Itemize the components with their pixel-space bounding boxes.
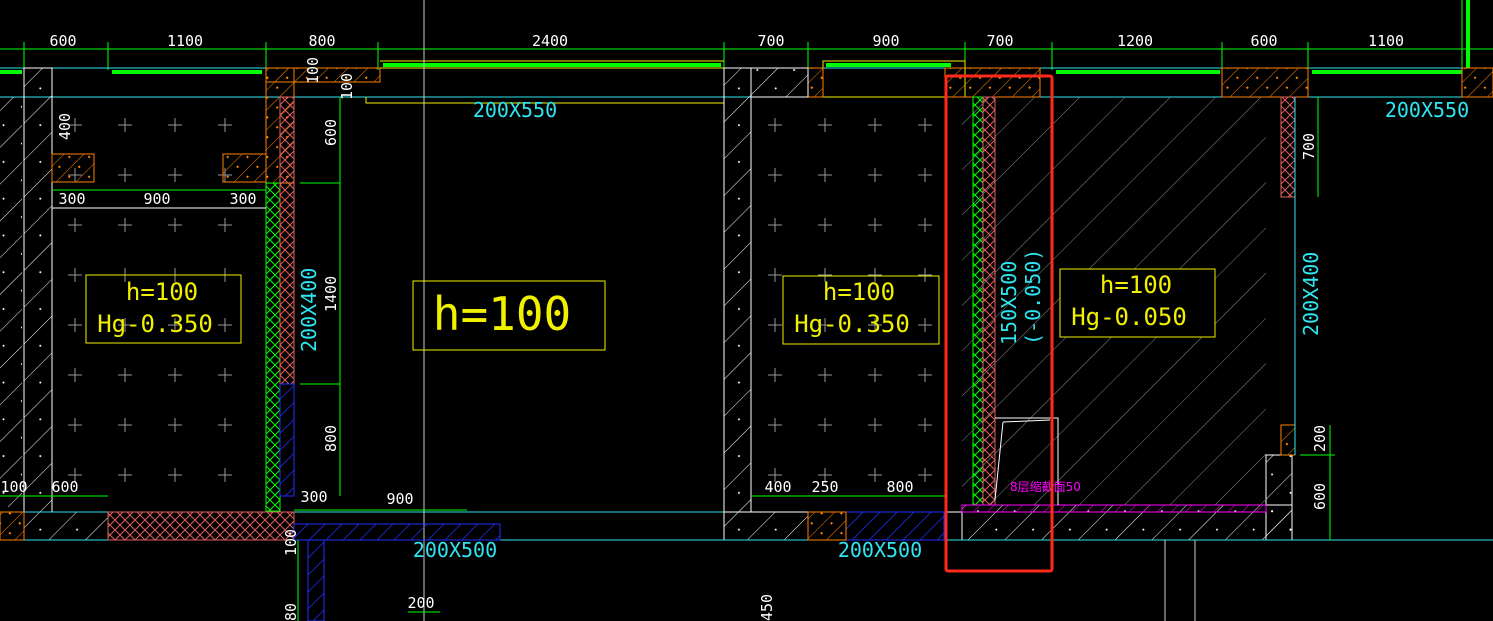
dim-100: 100 [338,73,356,100]
dim-250: 250 [811,478,838,496]
beam-elev-highlight: (-0.050) [1021,249,1045,345]
dim-200: 200 [407,594,434,612]
room-1-h: h=100 [126,278,198,306]
dim-600: 600 [51,478,78,496]
dim-100: 100 [304,57,322,84]
dim-300: 300 [229,190,256,208]
beam-label-left-vertical: 200X400 [297,268,321,352]
dim-600: 600 [1311,483,1329,510]
dim-800: 800 [886,478,913,496]
dim-100: 100 [0,478,27,496]
room-3-h: h=100 [823,278,895,306]
dim-400: 400 [764,478,791,496]
dim-80: 80 [282,603,300,621]
dim-700: 700 [1300,133,1318,160]
cad-drawing-canvas[interactable]: 600 1100 800 2400 700 900 700 1200 600 1… [0,0,1493,621]
dim-900: 900 [386,490,413,508]
dim-450: 450 [758,594,776,621]
dim-100: 100 [282,529,300,556]
room-3-hg: Hg-0.350 [794,310,910,338]
section-reduction-note: 8层缩截面50 [1010,479,1081,494]
beam-label-highlight: 150X500 [997,261,1021,345]
beam-label-bottom-left: 200X500 [413,538,497,562]
top-dim-label: 2400 [532,32,568,50]
room-4-hg: Hg-0.050 [1071,303,1187,331]
dim-200: 200 [1311,425,1329,452]
dim-1400: 1400 [322,276,340,312]
top-dim-label: 600 [1250,32,1277,50]
top-dim-label: 1100 [167,32,203,50]
room-1-hg: Hg-0.350 [97,310,213,338]
dim-900: 900 [143,190,170,208]
top-dim-label: 600 [49,32,76,50]
dim-800: 800 [322,425,340,452]
room-label-2[interactable]: h=100 [412,280,606,351]
dim-300: 300 [58,190,85,208]
dim-600: 600 [322,119,340,146]
dim-300: 300 [300,488,327,506]
top-dim-label: 900 [872,32,899,50]
beam-label-bottom-mid: 200X500 [838,538,922,562]
room-4-h: h=100 [1100,271,1172,299]
dim-400: 400 [56,113,74,140]
room-2-h: h=100 [433,287,571,341]
beam-label-top-mid: 200X550 [473,98,557,122]
top-dim-label: 800 [308,32,335,50]
beam-label-right-vertical: 200X400 [1299,252,1323,336]
room-label-4[interactable]: h=100 Hg-0.050 [1059,268,1216,338]
top-dim-label: 1200 [1117,32,1153,50]
top-dim-label: 700 [986,32,1013,50]
top-dimension-line: 600 1100 800 2400 700 900 700 1200 600 1… [0,0,1493,70]
top-dim-label: 700 [757,32,784,50]
top-dim-label: 1100 [1368,32,1404,50]
beam-label-top-right: 200X550 [1385,98,1469,122]
